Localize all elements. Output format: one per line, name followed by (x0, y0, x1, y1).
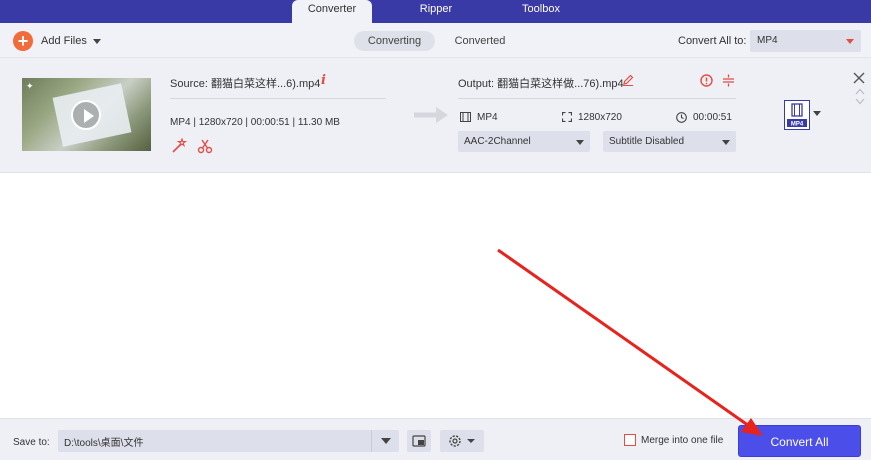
output-format-value: MP4 (477, 111, 498, 123)
tab-converter[interactable]: Converter (292, 0, 372, 23)
film-icon (460, 112, 471, 122)
rename-pen-icon[interactable] (622, 74, 634, 86)
tab-toolbox[interactable]: Toolbox (505, 0, 577, 23)
chevron-down-icon[interactable] (92, 38, 101, 44)
bottom-bar: Save to: Merge into one file Convert All (0, 418, 871, 460)
output-format-button[interactable]: MP4 (784, 100, 810, 130)
merge-into-one-file[interactable]: Merge into one file (624, 434, 723, 446)
add-files-button[interactable]: + Add Files (13, 31, 101, 51)
divider (170, 98, 386, 99)
chevron-down-icon[interactable] (813, 111, 821, 116)
output-duration-value: 00:00:51 (693, 111, 732, 123)
format-badge-label: MP4 (791, 122, 804, 128)
subtitle-select[interactable]: Subtitle Disabled (603, 131, 736, 152)
scissors-icon[interactable] (197, 138, 213, 154)
merge-label: Merge into one file (641, 434, 724, 446)
save-to-label: Save to: (13, 437, 50, 448)
close-icon[interactable] (853, 72, 865, 84)
tab-ripper[interactable]: Ripper (400, 0, 472, 23)
resize-icon (562, 112, 572, 122)
chevron-down-icon (846, 39, 854, 44)
save-path-input[interactable] (58, 430, 399, 452)
output-resolution: 1280x720 (562, 110, 622, 124)
add-files-label: Add Files (41, 35, 87, 47)
plus-icon: + (13, 31, 33, 51)
chevron-down-icon (576, 140, 584, 145)
open-folder-button[interactable] (407, 430, 431, 452)
cursor-icon: ✦ (26, 81, 34, 91)
output-filename: Output: 翻猫白菜这样做...76).mp4 (458, 78, 624, 90)
compress-icon[interactable] (722, 74, 735, 87)
chevron-up-icon[interactable] (855, 88, 865, 95)
divider (458, 98, 736, 99)
merge-checkbox[interactable] (624, 434, 636, 446)
convert-all-format-select[interactable]: MP4 (750, 30, 861, 52)
settings-button[interactable] (440, 430, 484, 452)
output-duration: 00:00:51 (676, 110, 732, 124)
info-circle-icon[interactable] (700, 74, 713, 87)
file-item-row: ✦ Source: 翻猫白菜这样...6).mp4 i MP4 | 1280x7… (0, 58, 871, 173)
source-meta: MP4 | 1280x720 | 00:00:51 | 11.30 MB (170, 117, 340, 128)
audio-track-select[interactable]: AAC-2Channel (458, 131, 590, 152)
subtitle-value: Subtitle Disabled (609, 136, 685, 147)
magic-wand-icon[interactable] (171, 138, 187, 154)
gear-icon (449, 435, 475, 447)
toolbar: + Add Files Converting Converted Convert… (0, 23, 871, 58)
video-thumbnail[interactable]: ✦ (22, 78, 151, 151)
chevron-down-icon (722, 140, 730, 145)
clock-icon (676, 111, 687, 123)
format-select-value: MP4 (757, 35, 778, 46)
convert-all-to-label: Convert All to: (678, 35, 747, 47)
arrow-right-icon (414, 107, 448, 123)
folder-icon (412, 435, 426, 447)
tab-converted[interactable]: Converted (445, 31, 515, 51)
convert-all-button[interactable]: Convert All (738, 425, 861, 457)
audio-track-value: AAC-2Channel (464, 136, 531, 147)
source-filename: Source: 翻猫白菜这样...6).mp4 (170, 78, 321, 90)
top-nav: Converter Ripper Toolbox (0, 0, 871, 23)
save-path-dropdown[interactable] (371, 430, 399, 452)
output-format: MP4 (460, 110, 498, 124)
tab-converting[interactable]: Converting (354, 31, 435, 51)
play-icon[interactable] (71, 100, 101, 130)
info-icon[interactable]: i (321, 73, 326, 88)
output-resolution-value: 1280x720 (578, 111, 622, 123)
chevron-down-icon[interactable] (855, 98, 865, 105)
